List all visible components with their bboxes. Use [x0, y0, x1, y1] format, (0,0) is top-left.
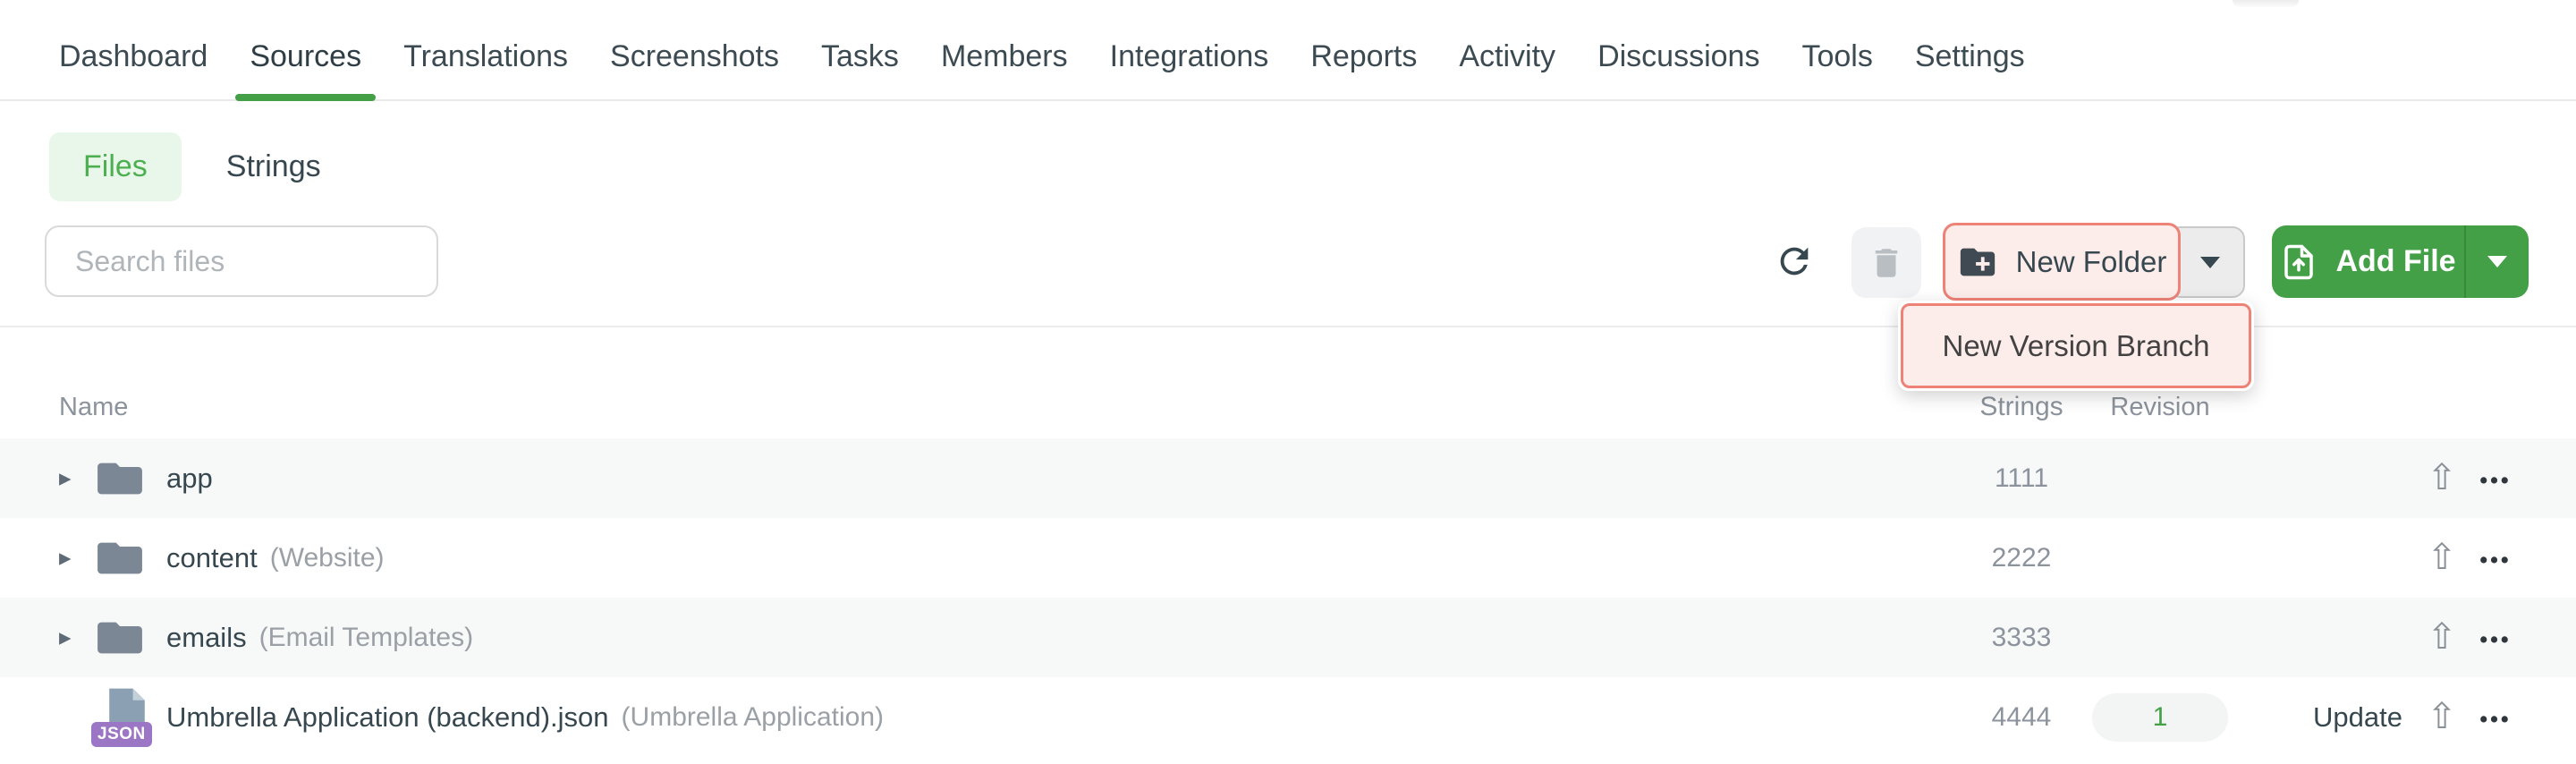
row-menu-icon[interactable]: •••: [2479, 468, 2511, 493]
add-file-button[interactable]: Add File: [2272, 225, 2464, 298]
nav-item-sources[interactable]: Sources: [250, 39, 361, 74]
file-name: emails: [166, 622, 247, 654]
file-upload-icon: [2280, 243, 2318, 281]
nav-item-screenshots[interactable]: Screenshots: [610, 39, 779, 74]
nav-item-integrations[interactable]: Integrations: [1110, 39, 1269, 74]
table-row[interactable]: ▸ emails (Email Templates) 3333 ⇧ •••: [0, 598, 2576, 677]
nav-item-tasks[interactable]: Tasks: [821, 39, 899, 74]
add-file-split-button: Add File: [2272, 225, 2529, 298]
tab-files[interactable]: Files: [49, 132, 182, 201]
json-file-icon: JSON: [97, 688, 147, 747]
json-badge: JSON: [91, 722, 152, 747]
strings-count: 3333: [1959, 623, 2084, 653]
nav-item-discussions[interactable]: Discussions: [1597, 39, 1759, 74]
row-menu-icon[interactable]: •••: [2479, 627, 2511, 652]
menu-item-new-version-branch[interactable]: New Version Branch: [1901, 303, 2251, 388]
nav-item-activity[interactable]: Activity: [1459, 39, 1555, 74]
nav-item-translations[interactable]: Translations: [403, 39, 568, 74]
strings-count: 4444: [1959, 702, 2084, 733]
strings-count: 1111: [1959, 463, 2084, 494]
refresh-icon: [1774, 241, 1815, 282]
row-menu-icon[interactable]: •••: [2479, 548, 2511, 573]
table-row[interactable]: ▸ app 1111 ⇧ •••: [0, 438, 2576, 518]
nav-item-members[interactable]: Members: [941, 39, 1068, 74]
folder-icon: [97, 539, 143, 578]
new-folder-button[interactable]: New Folder: [1943, 223, 2181, 301]
add-file-label: Add File: [2335, 244, 2455, 279]
strings-count: 2222: [1959, 543, 2084, 573]
chevron-down-icon: [2487, 256, 2507, 267]
nav-item-tools[interactable]: Tools: [1801, 39, 1872, 74]
table-row[interactable]: ▸ content (Website) 2222 ⇧ •••: [0, 518, 2576, 598]
column-header-strings: Strings: [1959, 392, 2084, 422]
project-nav: Dashboard Sources Translations Screensho…: [0, 0, 2576, 101]
search-input[interactable]: [45, 225, 438, 297]
folder-icon: [97, 459, 143, 498]
upload-icon[interactable]: ⇧: [2427, 697, 2457, 736]
file-note: (Website): [270, 543, 385, 573]
row-menu-icon[interactable]: •••: [2479, 707, 2511, 732]
files-table: Name Strings Revision ▸ app 1111 ⇧ ••• ▸…: [0, 376, 2576, 757]
nav-item-settings[interactable]: Settings: [1915, 39, 2025, 74]
file-name: content: [166, 542, 258, 574]
expand-caret-icon[interactable]: ▸: [59, 544, 97, 572]
file-note: (Umbrella Application): [622, 702, 884, 733]
new-folder-label: New Folder: [2016, 245, 2167, 279]
refresh-button[interactable]: [1768, 235, 1820, 287]
delete-button[interactable]: [1852, 227, 1921, 298]
upload-icon[interactable]: ⇧: [2427, 538, 2457, 577]
file-name: app: [166, 463, 213, 495]
folder-icon: [97, 618, 143, 658]
add-file-dropdown-toggle[interactable]: [2466, 225, 2529, 298]
new-folder-dropdown-menu: New Version Branch: [1898, 301, 2254, 391]
revision-badge: 1: [2092, 693, 2228, 742]
nav-item-dashboard[interactable]: Dashboard: [59, 39, 208, 74]
nav-item-reports[interactable]: Reports: [1310, 39, 1417, 74]
upload-icon[interactable]: ⇧: [2427, 617, 2457, 657]
table-row[interactable]: JSON Umbrella Application (backend).json…: [0, 677, 2576, 757]
expand-caret-icon[interactable]: ▸: [59, 464, 97, 492]
chevron-down-icon: [2200, 257, 2220, 268]
trash-icon: [1868, 244, 1905, 282]
column-header-revision: Revision: [2084, 393, 2236, 422]
expand-caret-icon[interactable]: ▸: [59, 624, 97, 651]
file-note: (Email Templates): [259, 623, 474, 653]
upload-icon[interactable]: ⇧: [2427, 458, 2457, 497]
update-link[interactable]: Update: [2313, 701, 2402, 733]
tab-strings[interactable]: Strings: [226, 149, 321, 184]
column-header-name: Name: [59, 393, 1959, 422]
folder-plus-icon: [1957, 242, 1998, 283]
file-name: Umbrella Application (backend).json: [166, 701, 609, 734]
view-tabs: Files Strings: [49, 132, 321, 201]
